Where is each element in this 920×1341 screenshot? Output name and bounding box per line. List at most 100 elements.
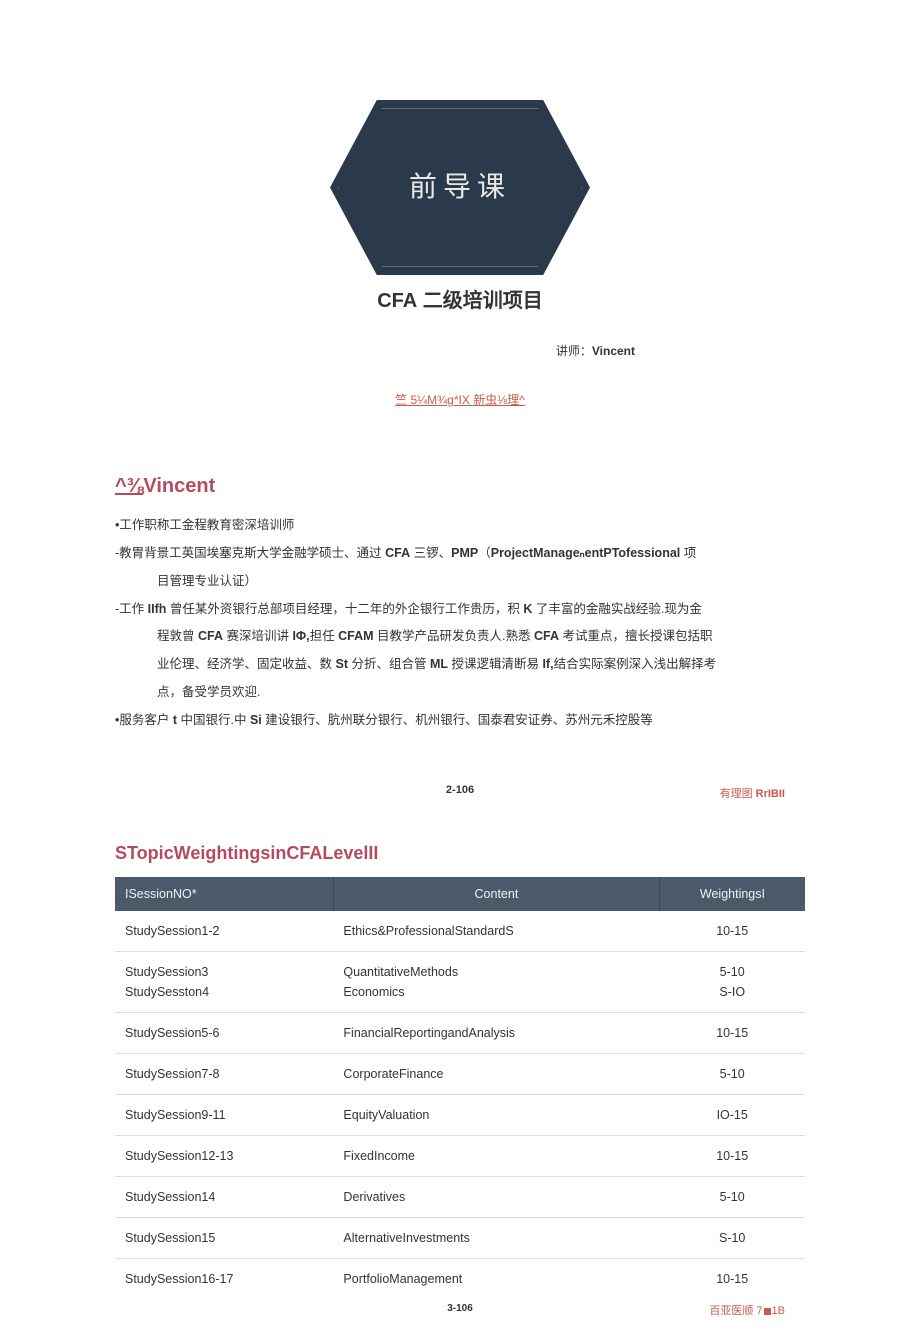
bio-line-3-indent2: 业伦理、经济学、固定收益、数 St 分折、组合管 ML 授课逻辑清断易 If,结… [115,653,805,677]
table-row: StudySession12-13FixedIncome10-15 [115,1136,805,1177]
instructor-label: 讲师： [556,344,592,358]
t: CFAM [338,629,373,643]
bio-line-1-text: •工作职称工金程教育密深培训师 [115,518,294,532]
bio-line-4: •服务客户 t 中国银行.中 Si 建设银行、肮州联分银行、机州银行、国泰君安证… [115,709,805,733]
bio-line-3: -工作 IIfh 曾任某外资银行总部项目经理，十二年的外企银行工作贵历，积 K … [115,598,805,622]
t: CFA [385,546,410,560]
square-icon [764,1308,771,1315]
table-row: StudySession3StudySesston4QuantitativeMe… [115,952,805,1013]
cell-weighting: 5-10 [659,1054,805,1095]
cell-content: CorporateFinance [333,1054,659,1095]
cell-content: Ethics&ProfessionalStandardS [333,911,659,952]
t: 百亚医顺 7 [709,1305,762,1317]
cell-weighting: 10-15 [659,1013,805,1054]
cell-content: QuantitativeMethodsEconomics [333,952,659,1013]
t: 担任 [310,629,338,643]
topics-heading: STopicWeightingsinCFALevelII [115,839,805,868]
cell-session: StudySession16-17 [115,1259,333,1300]
cell-weighting: 10-15 [659,1136,805,1177]
topic-weightings-table: ISessionNO* Content WeightingsI StudySes… [115,877,805,1299]
cell-session: StudySession7-8 [115,1054,333,1095]
cell-session: StudySession12-13 [115,1136,333,1177]
garbled-link[interactable]: 竺 5¼M¾g*IX 新虫⅛理^ [395,393,525,407]
hexagon-banner: 前导课 [330,100,590,275]
cell-session: StudySession3StudySesston4 [115,952,333,1013]
t: 建设银行、肮州联分银行、机州银行、国泰君安证券、苏州元禾控股等 [262,713,653,727]
cell-content: AlternativeInvestments [333,1218,659,1259]
cell-session: StudySession9-11 [115,1095,333,1136]
cell-weighting: 5-10S-IO [659,952,805,1013]
t: 有理图 [720,788,756,800]
t: 考试重点，擅长授课包括职 [559,629,712,643]
t: 三锣、 [410,546,451,560]
t: 分折、组合管 [348,657,430,671]
table-row: StudySession15AlternativeInvestmentsS-10 [115,1218,805,1259]
cell-weighting: 10-15 [659,1259,805,1300]
bio-line-1: •工作职称工金程教育密深培训师 [115,514,805,538]
t: -教胃背景工英国埃塞克斯大学金融学硕士、通过 [115,546,385,560]
bio-line-2: -教胃背景工英国埃塞克斯大学金融学硕士、通过 CFA 三锣、PMP（Projec… [115,542,805,566]
table-row: StudySession9-11EquityValuationIO-15 [115,1095,805,1136]
course-title: CFA 二级培训项目 [115,285,805,317]
instructor-line: 讲师：Vincent [115,342,805,361]
t: PMP [451,546,478,560]
bio-line-3-indent3: 点，备受学员欢迎. [115,681,805,705]
instructor-name: Vincent [592,344,635,358]
cell-weighting: IO-15 [659,1095,805,1136]
th-weightings: WeightingsI [659,877,805,911]
t: 结合实际案例深入浅出解择考 [554,657,717,671]
t: 项 [680,546,696,560]
bio-heading: ^⅜Vincent [115,470,805,502]
cell-session: StudySession5-6 [115,1013,333,1054]
th-content: Content [333,877,659,911]
t: ML [430,657,448,671]
table-row: StudySession1-2Ethics&ProfessionalStanda… [115,911,805,952]
t: IΦ, [292,629,309,643]
t: CFA [198,629,223,643]
course-title-prefix: CFA [377,290,417,312]
t: •服务客户 [115,713,173,727]
t: 1B [772,1305,785,1317]
hexagon-text: 前导课 [409,165,511,210]
hero-block: 前导课 CFA 二级培训项目 讲师：Vincent 竺 5¼M¾g*IX 新虫⅛… [115,100,805,410]
t: 业伦理、经济学、固定收益、数 [157,657,335,671]
course-title-rest: 二级培训项目 [417,290,543,312]
bio-block: •工作职称工金程教育密深培训师 -教胃背景工英国埃塞克斯大学金融学硕士、通过 C… [115,514,805,732]
table-row: StudySession5-6FinancialReportingandAnal… [115,1013,805,1054]
t: 曾任某外资银行总部项目经理，十二年的外企银行工作贵历，积 [166,602,523,616]
bio-line-3-indent1: 程敦曾 CFA 赛深培训讲 IΦ,担任 CFAM 目教学产品研发负责人.熟悉 C… [115,625,805,649]
cell-content: EquityValuation [333,1095,659,1136]
cell-weighting: 5-10 [659,1177,805,1218]
garbled-link-row: 竺 5¼M¾g*IX 新虫⅛理^ [115,391,805,410]
cell-content: Derivatives [333,1177,659,1218]
t: 目教学产品研发负责人.熟悉 [374,629,534,643]
bio-heading-name: Vincent [143,475,215,497]
th-session: ISessionNO* [115,877,333,911]
t: （ [478,546,491,560]
cell-content: FinancialReportingandAnalysis [333,1013,659,1054]
t: 中国银行.中 [177,713,250,727]
cell-content: PortfolioManagement [333,1259,659,1300]
t: 程敦曾 [157,629,198,643]
cell-session: StudySession15 [115,1218,333,1259]
t: Si [250,713,262,727]
bio-line-2-indent: 目管理专业认证） [115,570,805,594]
table-row: StudySession16-17PortfolioManagement10-1… [115,1259,805,1300]
t: 了丰富的金融实战经验.现为金 [532,602,701,616]
t: ProjectManageₙentPTofessional [491,546,681,560]
t: If, [542,657,553,671]
cell-session: StudySession14 [115,1177,333,1218]
cell-weighting: 10-15 [659,911,805,952]
cell-weighting: S-10 [659,1218,805,1259]
table-row: StudySession7-8CorporateFinance5-10 [115,1054,805,1095]
t: 授课逻辑清断易 [448,657,542,671]
cell-content: FixedIncome [333,1136,659,1177]
t: IIfh [148,602,167,616]
table-row: StudySession14Derivatives5-10 [115,1177,805,1218]
t: -工作 [115,602,148,616]
t: CFA [534,629,559,643]
table-header-row: ISessionNO* Content WeightingsI [115,877,805,911]
cell-session: StudySession1-2 [115,911,333,952]
t: St [335,657,348,671]
bio-heading-prefix: ^⅜ [115,475,143,497]
